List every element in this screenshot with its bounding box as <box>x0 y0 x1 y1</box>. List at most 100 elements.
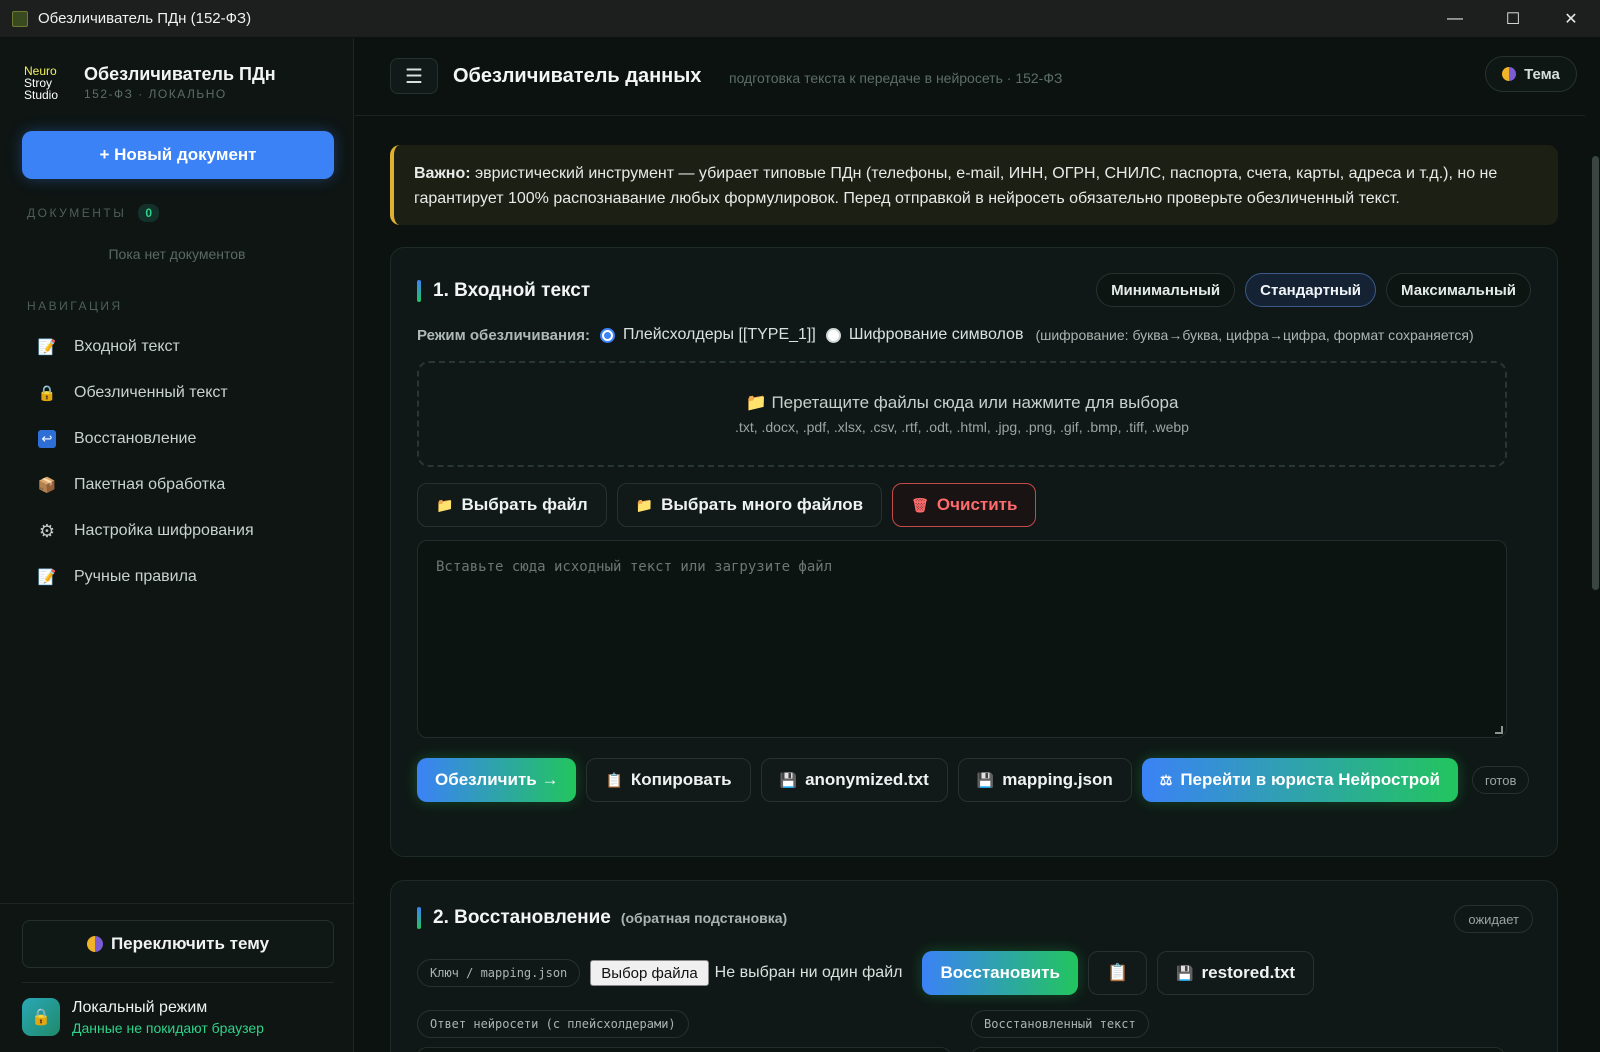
window-title: Обезличиватель ПДн (152-ФЗ) <box>38 10 252 27</box>
divider <box>22 982 334 983</box>
go-lawyer-label: Перейти в юриста Нейрострой <box>1180 770 1441 789</box>
folder-icon: 📁 <box>436 496 454 513</box>
cipher-radio[interactable] <box>825 327 841 343</box>
window-controls: — ☐ ✕ <box>1426 0 1600 38</box>
page-title: Обезличиватель данных <box>453 65 702 87</box>
scrollbar-thumb[interactable] <box>1592 156 1599 590</box>
restore-card-note: (обратная подстановка) <box>620 910 788 926</box>
brand-subtitle: 152-ФЗ · ЛОКАЛЬНО <box>84 86 227 101</box>
copy-button[interactable]: 📋 Копировать <box>586 758 751 802</box>
dropzone-file-types: .txt, .docx, .pdf, .xlsx, .csv, .rtf, .o… <box>735 419 1189 435</box>
choose-file-label: Выбрать файл <box>461 495 588 514</box>
local-mode-info: 🔒 Локальный режим Данные не покидают бра… <box>22 998 264 1036</box>
page-subtitle: подготовка текста к передаче в нейросеть… <box>729 70 1063 86</box>
sidebar-item-label: Восстановление <box>74 430 197 447</box>
new-document-button[interactable]: + Новый документ <box>22 131 334 179</box>
sidebar-item-label: Ручные правила <box>74 568 197 585</box>
minimize-button[interactable]: — <box>1426 0 1484 38</box>
local-mode-title: Локальный режим <box>72 998 208 1016</box>
mode-label: Режим обезличивания: <box>417 326 590 344</box>
package-icon: 📦 <box>37 477 57 494</box>
input-text-card: 1. Входной текст Минимальный Стандартный… <box>390 247 1558 857</box>
placeholders-radio[interactable] <box>600 327 615 343</box>
sidebar-item-anonymized-text[interactable]: 🔒 Обезличенный текст <box>22 370 334 416</box>
clear-button[interactable]: 🗑 Очистить <box>892 483 1037 527</box>
status-badge: готов <box>1472 766 1530 794</box>
app-icon <box>12 10 28 27</box>
mode-note: (шифрование: буква→буква, цифра→цифра, ф… <box>1035 327 1474 343</box>
restore-card-title: 2. Восстановление <box>433 907 611 928</box>
level-minimal-button[interactable]: Минимальный <box>1096 273 1236 307</box>
input-textarea[interactable]: Вставьте сюда исходный текст или загрузи… <box>417 540 1507 738</box>
restore-button[interactable]: Восстановить <box>922 951 1078 995</box>
sidebar-nav: 📝 Входной текст 🔒 Обезличенный текст ↩ В… <box>22 324 334 600</box>
theme-icon <box>86 936 103 952</box>
sidebar-footer: Переключить тему 🔒 Локальный режим Данны… <box>0 903 354 1052</box>
resize-handle[interactable] <box>1495 726 1503 734</box>
folder-icon: 📁 <box>745 393 767 412</box>
choose-many-files-button[interactable]: 📁 Выбрать много файлов <box>616 483 883 527</box>
restored-textarea[interactable] <box>971 1047 1505 1052</box>
sidebar-item-input-text[interactable]: 📝 Входной текст <box>22 324 334 370</box>
lock-icon: 🔒 <box>37 385 57 402</box>
file-buttons-row: 📁 Выбрать файл 📁 Выбрать много файлов 🗑 Очи… <box>417 483 1037 527</box>
file-picker-status: Не выбран ни один файл <box>714 964 903 981</box>
navigation-section-label: НАВИГАЦИЯ <box>27 299 123 313</box>
anonymize-button[interactable]: Обезличить → <box>417 758 577 802</box>
theme-button[interactable]: Тема <box>1485 56 1577 92</box>
save-restored-button[interactable]: 💾 restored.txt <box>1157 951 1315 995</box>
sidebar: Neuro Stroy Studio Обезличиватель ПДн 15… <box>0 38 354 1052</box>
clipboard-icon: 📋 <box>605 771 623 788</box>
go-lawyer-button[interactable]: ⚖ Перейти в юриста Нейрострой <box>1141 758 1459 802</box>
choose-file-button[interactable]: 📁 Выбрать файл <box>417 483 607 527</box>
return-arrow-icon: ↩ <box>38 430 56 448</box>
close-window-button[interactable]: ✕ <box>1542 0 1600 38</box>
copy-label: Копировать <box>630 770 732 789</box>
sidebar-item-manual-rules[interactable]: 📝 Ручные правила <box>22 554 334 600</box>
toggle-theme-label: Переключить тему <box>110 934 270 953</box>
documents-label: ДОКУМЕНТЫ <box>27 206 127 220</box>
save-mapping-button[interactable]: 💾 mapping.json <box>957 758 1132 802</box>
copy-restored-button[interactable]: 📋 <box>1087 951 1148 995</box>
placeholders-label[interactable]: Плейсхолдеры [[TYPE_1]] <box>623 326 816 344</box>
card-title: 1. Входной текст <box>417 280 590 302</box>
save-anonymized-label: anonymized.txt <box>805 770 929 789</box>
scrollbar[interactable] <box>1591 116 1600 1052</box>
sidebar-item-label: Пакетная обработка <box>74 476 226 493</box>
brand-name: Обезличиватель ПДн <box>84 63 276 84</box>
main-area: ☰ Обезличиватель данных подготовка текст… <box>355 38 1600 1052</box>
menu-button[interactable]: ☰ <box>390 58 438 94</box>
floppy-icon: 💾 <box>1176 964 1194 981</box>
file-dropzone[interactable]: 📁 Перетащите файлы сюда или нажмите для … <box>417 361 1507 467</box>
sidebar-item-batch[interactable]: 📦 Пакетная обработка <box>22 462 334 508</box>
cipher-label[interactable]: Шифрование символов <box>849 326 1024 344</box>
level-maximal-button[interactable]: Максимальный <box>1386 273 1531 307</box>
save-anonymized-button[interactable]: 💾 anonymized.txt <box>760 758 948 802</box>
brand: Neuro Stroy Studio Обезличиватель ПДн 15… <box>24 58 276 106</box>
sidebar-item-label: Настройка шифрования <box>74 522 254 539</box>
restore-card: 2. Восстановление (обратная подстановка)… <box>390 880 1558 1052</box>
sidebar-item-cipher-settings[interactable]: ⚙ Настройка шифрования <box>22 508 334 554</box>
file-picker-button[interactable]: Выбор файла <box>590 960 709 986</box>
ai-answer-textarea[interactable] <box>417 1047 951 1052</box>
status-badge: ожидает <box>1454 905 1533 933</box>
level-standard-button[interactable]: Стандартный <box>1245 273 1377 307</box>
window-titlebar: Обезличиватель ПДн (152-ФЗ) — ☐ ✕ <box>0 0 1600 38</box>
maximize-button[interactable]: ☐ <box>1484 0 1542 38</box>
sidebar-item-restore[interactable]: ↩ Восстановление <box>22 416 334 462</box>
sidebar-item-label: Входной текст <box>74 338 180 355</box>
theme-button-label: Тема <box>1524 65 1560 83</box>
toggle-theme-button[interactable]: Переключить тему <box>22 920 334 968</box>
accent-bar <box>417 907 421 929</box>
memo-icon: 📝 <box>37 339 57 356</box>
restore-row: Ключ / mapping.json Выбор файла Не выбра… <box>417 951 1315 995</box>
scales-icon: ⚖ <box>1159 771 1173 788</box>
theme-icon <box>1502 67 1517 81</box>
warning-notice: Важно: эвристический инструмент — убирае… <box>390 145 1558 225</box>
gear-icon: ⚙ <box>38 520 56 541</box>
ai-answer-label: Ответ нейросети (с плейсхолдерами) <box>417 1010 689 1038</box>
memo-icon: 📝 <box>37 569 57 586</box>
trash-icon: 🗑 <box>911 496 929 513</box>
brand-logo-line: Studio <box>24 88 59 102</box>
brand-logo: Neuro Stroy Studio <box>24 58 72 106</box>
